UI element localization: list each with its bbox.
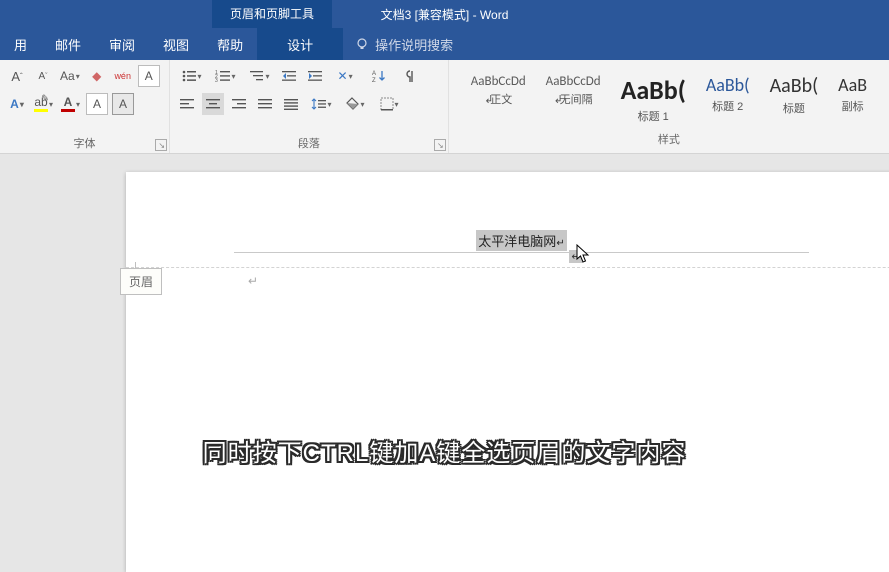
window-title: 文档3 [兼容模式] - Word xyxy=(381,6,509,23)
style-title[interactable]: AaBb( 标题 xyxy=(764,70,825,128)
style-no-spacing[interactable]: AaBbCcDd ↲无间隔 xyxy=(540,70,607,128)
paragraph-group: ▾ 123▾ ▾ ✕▾ AZ xyxy=(170,60,449,153)
text-effects-button[interactable]: A▾ xyxy=(6,93,28,115)
header-text-container: 太平洋电脑网↵ xyxy=(234,230,809,251)
enclose-characters-button[interactable]: A xyxy=(86,93,108,115)
increase-indent-button[interactable] xyxy=(304,65,326,87)
tab-references-partial[interactable]: 用 xyxy=(0,28,41,60)
tab-review[interactable]: 审阅 xyxy=(95,28,149,60)
font-dialog-launcher[interactable]: ↘ xyxy=(155,139,167,151)
shading-button[interactable]: ▾ xyxy=(340,93,370,115)
character-border-button[interactable]: A xyxy=(138,65,160,87)
line-spacing-button[interactable]: ▾ xyxy=(306,93,336,115)
bullets-button[interactable]: ▾ xyxy=(176,65,206,87)
header-text-selected[interactable]: 太平洋电脑网↵ xyxy=(476,230,566,251)
ribbon-body: Aˆ Aˇ Aa▾ ◆ wén A A▾ ✎ab▾ A▾ A A 字体 ↘ xyxy=(0,60,889,154)
align-left-button[interactable] xyxy=(176,93,198,115)
font-group: Aˆ Aˇ Aa▾ ◆ wén A A▾ ✎ab▾ A▾ A A 字体 ↘ xyxy=(0,60,170,153)
ribbon-tabs: 用 邮件 审阅 视图 帮助 设计 操作说明搜索 xyxy=(0,28,889,60)
svg-text:3: 3 xyxy=(215,78,218,83)
tell-me-label: 操作说明搜索 xyxy=(375,35,453,54)
header-boundary-dashed xyxy=(126,267,889,268)
shrink-font-button[interactable]: Aˇ xyxy=(32,65,54,87)
borders-button[interactable]: ▾ xyxy=(374,93,404,115)
align-right-button[interactable] xyxy=(228,93,250,115)
tell-me-search[interactable]: 操作说明搜索 xyxy=(343,28,465,60)
header-underline-rule xyxy=(234,252,809,253)
change-case-button[interactable]: Aa▾ xyxy=(58,65,82,87)
decrease-indent-button[interactable] xyxy=(278,65,300,87)
tab-design[interactable]: 设计 xyxy=(257,28,343,60)
sort-button[interactable]: AZ xyxy=(364,65,394,87)
lightbulb-icon xyxy=(355,37,369,51)
paragraph-group-label: 段落 xyxy=(176,132,442,153)
tab-mailings[interactable]: 邮件 xyxy=(41,28,95,60)
asian-layout-button[interactable]: ✕▾ xyxy=(330,65,360,87)
svg-text:Z: Z xyxy=(372,78,376,83)
tab-view[interactable]: 视图 xyxy=(149,28,203,60)
distribute-button[interactable] xyxy=(280,93,302,115)
style-normal[interactable]: AaBbCcDd ↲正文 xyxy=(465,70,532,128)
phonetic-guide-button[interactable]: wén xyxy=(112,65,134,87)
align-center-button[interactable] xyxy=(202,93,224,115)
justify-button[interactable] xyxy=(254,93,276,115)
title-bar: 页眉和页脚工具 文档3 [兼容模式] - Word xyxy=(0,0,889,28)
multilevel-list-button[interactable]: ▾ xyxy=(244,65,274,87)
subtitle-overlay: 同时按下CTRL键加A键全选页眉的文字内容 xyxy=(0,433,889,468)
contextual-tab-label: 页眉和页脚工具 xyxy=(212,0,332,28)
styles-group: AaBbCcDd ↲正文 AaBbCcDd ↲无间隔 AaBb( 标题 1 Aa… xyxy=(449,60,889,153)
character-shading-button[interactable]: A xyxy=(112,93,134,115)
svg-text:A: A xyxy=(372,71,376,77)
highlight-color-button[interactable]: ✎ab▾ xyxy=(32,93,55,115)
style-subtitle[interactable]: AaB 副标 xyxy=(832,70,873,128)
document-page[interactable]: 太平洋电脑网↵ ↵ ↵ 页眉 xyxy=(126,172,889,572)
font-group-label: 字体 xyxy=(6,132,163,153)
styles-group-label: 样式 xyxy=(455,128,883,149)
style-heading-2[interactable]: AaBb( 标题 2 xyxy=(700,70,756,128)
show-hide-marks-button[interactable] xyxy=(398,65,420,87)
style-heading-1[interactable]: AaBb( 标题 1 xyxy=(615,70,692,128)
body-paragraph-mark: ↵ xyxy=(248,274,258,288)
font-color-button[interactable]: A▾ xyxy=(59,93,82,115)
paragraph-dialog-launcher[interactable]: ↘ xyxy=(434,139,446,151)
numbering-button[interactable]: 123▾ xyxy=(210,65,240,87)
header-region-label[interactable]: 页眉 xyxy=(120,268,162,295)
clear-formatting-button[interactable]: ◆ xyxy=(86,65,108,87)
grow-font-button[interactable]: Aˆ xyxy=(6,65,28,87)
tab-help[interactable]: 帮助 xyxy=(203,28,257,60)
